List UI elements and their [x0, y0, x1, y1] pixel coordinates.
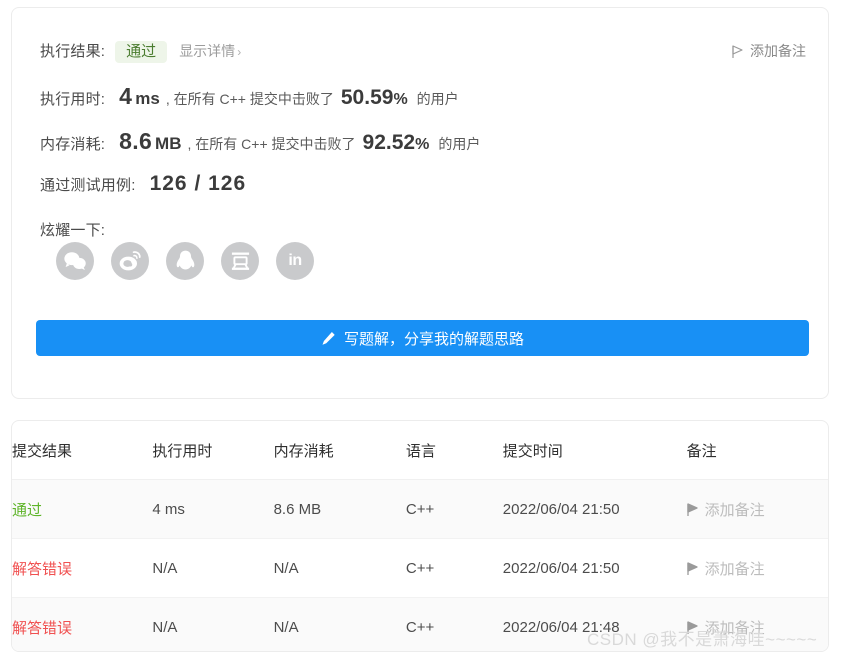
submissions-table: 提交结果 执行用时 内存消耗 语言 提交时间 备注 通过 4 ms 8.6 MB… [12, 421, 828, 651]
cell-status[interactable]: 解答错误 [12, 620, 72, 637]
column-header-result: 提交结果 [12, 421, 153, 480]
runtime-unit: ms [135, 89, 160, 108]
add-note-button[interactable]: 添加备注 [732, 41, 806, 61]
cell-runtime: N/A [152, 597, 274, 651]
execution-result-card: 执行结果: 通过 显示详情 › 执行用时: 4 ms , 在所有 C++ 提交中击… [11, 7, 829, 399]
status-badge: 通过 [115, 41, 168, 63]
memory-unit: MB [155, 134, 182, 153]
submissions-table-card: 提交结果 执行用时 内存消耗 语言 提交时间 备注 通过 4 ms 8.6 MB… [11, 420, 829, 652]
memory-row: 内存消耗: 8.6 MB , 在所有 C++ 提交中击败了 92.52% 的用户 [40, 128, 480, 155]
cell-memory: N/A [273, 538, 406, 598]
cell-status[interactable]: 通过 [12, 502, 42, 519]
wechat-share-icon[interactable] [56, 242, 94, 280]
result-status-row: 执行结果: 通过 显示详情 › [40, 40, 241, 63]
cell-time: 2022/06/04 21:48 [502, 597, 687, 651]
memory-percent-sign: % [415, 136, 430, 153]
column-header-language: 语言 [405, 421, 503, 480]
memory-tail-text: 的用户 [438, 136, 481, 152]
flag-icon [686, 620, 698, 634]
row-add-note-label: 添加备注 [704, 560, 765, 578]
qq-share-icon[interactable] [166, 242, 204, 280]
runtime-percent: 50.59 [340, 86, 394, 109]
cell-runtime: 4 ms [152, 479, 274, 539]
row-add-note-button[interactable]: 添加备注 [686, 617, 828, 638]
douban-share-icon[interactable] [221, 242, 259, 280]
write-solution-button[interactable]: 写题解，分享我的解题思路 [36, 320, 809, 356]
runtime-mid-text: , 在所有 C++ 提交中击败了 [165, 91, 334, 107]
cell-time: 2022/06/04 21:50 [502, 479, 687, 539]
cell-memory: 8.6 MB [273, 479, 406, 539]
cell-memory: N/A [273, 597, 406, 651]
chevron-right-icon: › [237, 45, 242, 59]
share-row: 炫耀一下: [40, 219, 105, 240]
table-row[interactable]: 通过 4 ms 8.6 MB C++ 2022/06/04 21:50 添加备注 [12, 479, 828, 539]
cell-status[interactable]: 解答错误 [12, 561, 72, 578]
flag-icon [686, 561, 698, 575]
show-detail-link[interactable]: 显示详情 › [179, 41, 241, 61]
column-header-memory: 内存消耗 [273, 421, 406, 480]
runtime-tail-text: 的用户 [416, 91, 459, 107]
flag-icon [732, 44, 743, 58]
write-solution-label: 写题解，分享我的解题思路 [343, 330, 524, 348]
linkedin-label: in [288, 252, 302, 269]
share-label: 炫耀一下: [40, 222, 106, 239]
row-add-note-label: 添加备注 [704, 501, 765, 519]
testcases-value: 126 / 126 [149, 172, 247, 195]
runtime-label: 执行用时: [40, 91, 106, 108]
table-row[interactable]: 解答错误 N/A N/A C++ 2022/06/04 21:48 添加备注 [12, 597, 828, 651]
runtime-percent-sign: % [393, 91, 408, 108]
linkedin-share-icon[interactable]: in [276, 242, 314, 280]
cell-time: 2022/06/04 21:50 [502, 538, 687, 598]
table-header-row: 提交结果 执行用时 内存消耗 语言 提交时间 备注 [12, 421, 828, 480]
table-row[interactable]: 解答错误 N/A N/A C++ 2022/06/04 21:50 添加备注 [12, 538, 828, 598]
column-header-note: 备注 [686, 421, 828, 480]
column-header-runtime: 执行用时 [152, 421, 274, 480]
memory-percent: 92.52 [362, 131, 416, 154]
memory-value: 8.6 [119, 128, 153, 154]
show-detail-label: 显示详情 [179, 43, 236, 59]
pencil-icon [321, 331, 336, 346]
runtime-row: 执行用时: 4 ms , 在所有 C++ 提交中击败了 50.59% 的用户 [40, 83, 459, 110]
row-add-note-label: 添加备注 [704, 619, 765, 637]
column-header-time: 提交时间 [502, 421, 687, 480]
add-note-label: 添加备注 [750, 43, 806, 59]
flag-icon [686, 502, 698, 516]
memory-label: 内存消耗: [40, 136, 106, 153]
testcases-row: 通过测试用例: 126 / 126 [40, 172, 246, 196]
cell-language: C++ [405, 479, 503, 539]
memory-mid-text: , 在所有 C++ 提交中击败了 [187, 136, 356, 152]
result-label: 执行结果: [40, 43, 106, 60]
cell-language: C++ [405, 538, 503, 598]
social-share-buttons: in [56, 242, 314, 280]
testcases-label: 通过测试用例: [40, 177, 136, 194]
row-add-note-button[interactable]: 添加备注 [686, 558, 828, 579]
cell-language: C++ [405, 597, 503, 651]
weibo-share-icon[interactable] [111, 242, 149, 280]
row-add-note-button[interactable]: 添加备注 [686, 499, 828, 520]
cell-runtime: N/A [152, 538, 274, 598]
runtime-value: 4 [119, 83, 133, 109]
